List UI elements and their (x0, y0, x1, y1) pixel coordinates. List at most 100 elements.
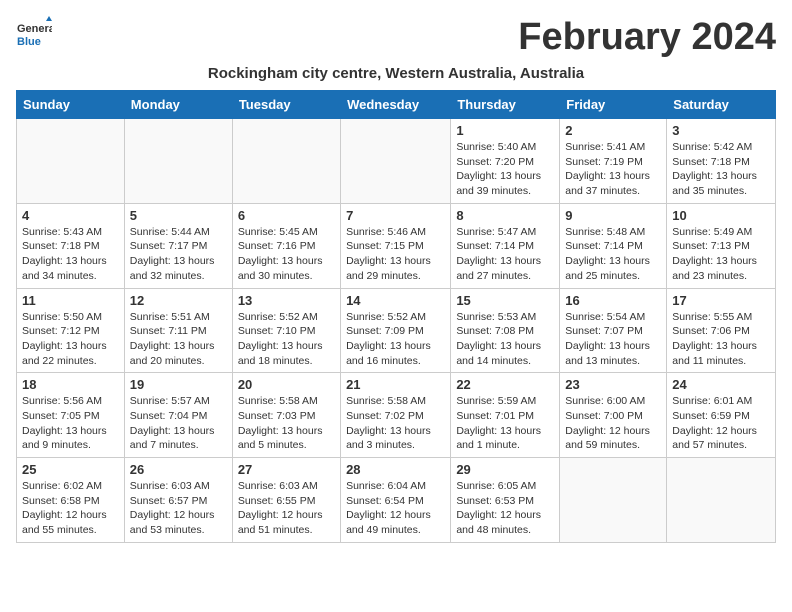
page-title: February 2024 (518, 16, 776, 59)
day-detail: Sunrise: 5:45 AM Sunset: 7:16 PM Dayligh… (238, 225, 335, 284)
day-detail: Sunrise: 5:42 AM Sunset: 7:18 PM Dayligh… (672, 140, 770, 199)
svg-text:Blue: Blue (17, 36, 41, 48)
calendar-cell: 15 Sunrise: 5:53 AM Sunset: 7:08 PM Dayli… (451, 288, 560, 373)
col-header-monday: Monday (124, 91, 232, 119)
calendar-cell: 11Sunrise: 5:50 AM Sunset: 7:12 PM Dayli… (17, 288, 125, 373)
calendar-cell (667, 458, 776, 543)
calendar-cell: 22 Sunrise: 5:59 AM Sunset: 7:01 PM Dayli… (451, 373, 560, 458)
calendar-cell: 5Sunrise: 5:44 AM Sunset: 7:17 PM Daylig… (124, 203, 232, 288)
calendar-cell (124, 119, 232, 204)
calendar-cell: 12 Sunrise: 5:51 AM Sunset: 7:11 PM Dayli… (124, 288, 232, 373)
day-detail: Sunrise: 5:41 AM Sunset: 7:19 PM Dayligh… (565, 140, 661, 199)
calendar-cell: 25 Sunrise: 6:02 AM Sunset: 6:58 PM Dayli… (17, 458, 125, 543)
day-number: 8 (456, 208, 554, 223)
day-number: 10 (672, 208, 770, 223)
day-number: 14 (346, 293, 445, 308)
calendar-cell: 21 Sunrise: 5:58 AM Sunset: 7:02 PM Dayli… (341, 373, 451, 458)
day-number: 24 (672, 377, 770, 392)
col-header-saturday: Saturday (667, 91, 776, 119)
day-number: 18 (22, 377, 119, 392)
day-detail: Sunrise: 5:52 AM Sunset: 7:10 PM Dayligh… (238, 310, 335, 369)
col-header-friday: Friday (560, 91, 667, 119)
calendar-cell: 19 Sunrise: 5:57 AM Sunset: 7:04 PM Dayli… (124, 373, 232, 458)
calendar-cell: 3 Sunrise: 5:42 AM Sunset: 7:18 PM Daylig… (667, 119, 776, 204)
calendar-cell: 27Sunrise: 6:03 AM Sunset: 6:55 PM Dayli… (232, 458, 340, 543)
calendar-cell: 23Sunrise: 6:00 AM Sunset: 7:00 PM Dayli… (560, 373, 667, 458)
calendar-cell: 4 Sunrise: 5:43 AM Sunset: 7:18 PM Daylig… (17, 203, 125, 288)
day-number: 2 (565, 123, 661, 138)
day-number: 16 (565, 293, 661, 308)
day-detail: Sunrise: 5:46 AM Sunset: 7:15 PM Dayligh… (346, 225, 445, 284)
logo-svg: General Blue (16, 16, 52, 52)
calendar-cell (17, 119, 125, 204)
col-header-tuesday: Tuesday (232, 91, 340, 119)
day-detail: Sunrise: 5:57 AM Sunset: 7:04 PM Dayligh… (130, 394, 227, 453)
calendar-cell: 10 Sunrise: 5:49 AM Sunset: 7:13 PM Dayli… (667, 203, 776, 288)
calendar-cell: 6 Sunrise: 5:45 AM Sunset: 7:16 PM Daylig… (232, 203, 340, 288)
day-number: 15 (456, 293, 554, 308)
day-number: 3 (672, 123, 770, 138)
day-detail: Sunrise: 5:40 AM Sunset: 7:20 PM Dayligh… (456, 140, 554, 199)
day-detail: Sunrise: 6:02 AM Sunset: 6:58 PM Dayligh… (22, 479, 119, 538)
calendar-cell: 1 Sunrise: 5:40 AM Sunset: 7:20 PM Daylig… (451, 119, 560, 204)
day-detail: Sunrise: 6:03 AM Sunset: 6:57 PM Dayligh… (130, 479, 227, 538)
calendar-cell: 13 Sunrise: 5:52 AM Sunset: 7:10 PM Dayli… (232, 288, 340, 373)
calendar-cell: 2 Sunrise: 5:41 AM Sunset: 7:19 PM Daylig… (560, 119, 667, 204)
day-number: 17 (672, 293, 770, 308)
day-number: 13 (238, 293, 335, 308)
day-number: 4 (22, 208, 119, 223)
day-number: 20 (238, 377, 335, 392)
day-number: 11 (22, 293, 119, 308)
day-number: 29 (456, 462, 554, 477)
day-detail: Sunrise: 6:04 AM Sunset: 6:54 PM Dayligh… (346, 479, 445, 538)
calendar-cell: 20Sunrise: 5:58 AM Sunset: 7:03 PM Dayli… (232, 373, 340, 458)
calendar-cell: 29 Sunrise: 6:05 AM Sunset: 6:53 PM Dayli… (451, 458, 560, 543)
calendar-cell (232, 119, 340, 204)
day-detail: Sunrise: 5:52 AM Sunset: 7:09 PM Dayligh… (346, 310, 445, 369)
page-subtitle: Rockingham city centre, Western Australi… (16, 65, 776, 82)
svg-text:General: General (17, 23, 52, 35)
calendar-cell: 28 Sunrise: 6:04 AM Sunset: 6:54 PM Dayli… (341, 458, 451, 543)
day-detail: Sunrise: 5:44 AM Sunset: 7:17 PM Dayligh… (130, 225, 227, 284)
day-number: 25 (22, 462, 119, 477)
day-detail: Sunrise: 5:59 AM Sunset: 7:01 PM Dayligh… (456, 394, 554, 453)
day-detail: Sunrise: 5:51 AM Sunset: 7:11 PM Dayligh… (130, 310, 227, 369)
calendar-table: SundayMondayTuesdayWednesdayThursdayFrid… (16, 90, 776, 543)
calendar-cell: 24 Sunrise: 6:01 AM Sunset: 6:59 PM Dayli… (667, 373, 776, 458)
col-header-wednesday: Wednesday (341, 91, 451, 119)
day-number: 27 (238, 462, 335, 477)
col-header-sunday: Sunday (17, 91, 125, 119)
day-number: 1 (456, 123, 554, 138)
calendar-cell: 7 Sunrise: 5:46 AM Sunset: 7:15 PM Daylig… (341, 203, 451, 288)
day-number: 12 (130, 293, 227, 308)
day-detail: Sunrise: 5:56 AM Sunset: 7:05 PM Dayligh… (22, 394, 119, 453)
day-number: 7 (346, 208, 445, 223)
calendar-cell: 8 Sunrise: 5:47 AM Sunset: 7:14 PM Daylig… (451, 203, 560, 288)
day-detail: Sunrise: 6:01 AM Sunset: 6:59 PM Dayligh… (672, 394, 770, 453)
day-detail: Sunrise: 5:47 AM Sunset: 7:14 PM Dayligh… (456, 225, 554, 284)
day-number: 9 (565, 208, 661, 223)
day-number: 6 (238, 208, 335, 223)
calendar-cell: 16 Sunrise: 5:54 AM Sunset: 7:07 PM Dayli… (560, 288, 667, 373)
day-detail: Sunrise: 5:55 AM Sunset: 7:06 PM Dayligh… (672, 310, 770, 369)
day-number: 22 (456, 377, 554, 392)
day-detail: Sunrise: 5:53 AM Sunset: 7:08 PM Dayligh… (456, 310, 554, 369)
day-detail: Sunrise: 5:48 AM Sunset: 7:14 PM Dayligh… (565, 225, 661, 284)
day-detail: Sunrise: 6:05 AM Sunset: 6:53 PM Dayligh… (456, 479, 554, 538)
day-detail: Sunrise: 5:49 AM Sunset: 7:13 PM Dayligh… (672, 225, 770, 284)
day-number: 28 (346, 462, 445, 477)
calendar-cell: 17 Sunrise: 5:55 AM Sunset: 7:06 PM Dayli… (667, 288, 776, 373)
logo-area: General Blue (16, 16, 52, 52)
col-header-thursday: Thursday (451, 91, 560, 119)
calendar-cell: 9 Sunrise: 5:48 AM Sunset: 7:14 PM Daylig… (560, 203, 667, 288)
day-number: 23 (565, 377, 661, 392)
day-detail: Sunrise: 5:58 AM Sunset: 7:02 PM Dayligh… (346, 394, 445, 453)
calendar-cell: 26 Sunrise: 6:03 AM Sunset: 6:57 PM Dayli… (124, 458, 232, 543)
day-number: 21 (346, 377, 445, 392)
day-number: 19 (130, 377, 227, 392)
day-detail: Sunrise: 5:54 AM Sunset: 7:07 PM Dayligh… (565, 310, 661, 369)
calendar-cell: 18 Sunrise: 5:56 AM Sunset: 7:05 PM Dayli… (17, 373, 125, 458)
day-detail: Sunrise: 5:43 AM Sunset: 7:18 PM Dayligh… (22, 225, 119, 284)
calendar-cell: 14 Sunrise: 5:52 AM Sunset: 7:09 PM Dayli… (341, 288, 451, 373)
day-number: 26 (130, 462, 227, 477)
